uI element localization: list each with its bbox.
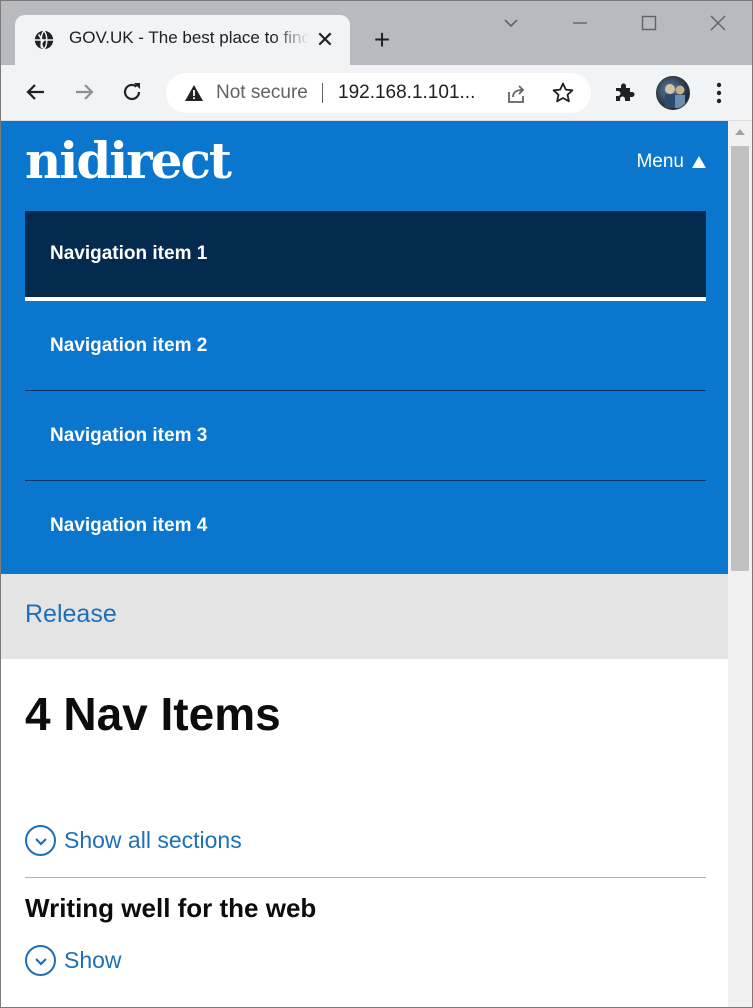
breadcrumb: Release xyxy=(1,574,728,659)
puzzle-icon xyxy=(616,83,635,101)
nav-item-3[interactable]: Navigation item 3 xyxy=(25,391,706,481)
arrow-right-icon xyxy=(76,84,94,100)
menu-toggle-button[interactable]: Menu xyxy=(636,151,706,173)
tab-title: GOV.UK - The best place to find governme… xyxy=(69,28,309,47)
accordion-section-heading[interactable]: Writing well for the web xyxy=(25,893,316,924)
scrollbar-thumb[interactable] xyxy=(731,146,749,571)
browser-toolbar: Not secure 192.168.1.101... xyxy=(1,65,752,121)
omnibox-separator xyxy=(322,83,323,103)
site-logo[interactable]: nidirect xyxy=(25,131,232,190)
nav-item-4[interactable]: Navigation item 4 xyxy=(25,481,706,571)
bookmark-star-icon[interactable] xyxy=(551,81,575,105)
security-label[interactable]: Not secure xyxy=(216,82,316,104)
vertical-scrollbar[interactable] xyxy=(728,121,752,1007)
close-tab-icon[interactable]: ✕ xyxy=(314,29,336,51)
more-options-icon[interactable] xyxy=(707,79,731,107)
site-header: nidirect Menu Navigation item 1 Navigati… xyxy=(1,121,728,574)
tab-strip: GOV.UK - The best place to find governme… xyxy=(1,1,752,65)
show-all-sections-button[interactable]: Show all sections xyxy=(25,825,242,856)
nav-item-label: Navigation item 4 xyxy=(50,515,208,536)
profile-avatar[interactable] xyxy=(656,76,690,110)
page-title: 4 Nav Items xyxy=(25,688,281,740)
nav-item-1[interactable]: Navigation item 1 xyxy=(25,211,706,301)
menu-label: Menu xyxy=(636,151,684,172)
main-navigation: Navigation item 1 Navigation item 2 Navi… xyxy=(25,211,706,571)
chevron-down-icon xyxy=(25,825,56,856)
browser-window: GOV.UK - The best place to find governme… xyxy=(0,0,753,1008)
chevron-down-icon xyxy=(25,945,56,976)
breadcrumb-link-release[interactable]: Release xyxy=(25,600,117,629)
nav-item-label: Navigation item 1 xyxy=(50,243,208,264)
arrow-left-icon xyxy=(26,84,44,100)
main-content: 4 Nav Items Show all sections Writing we… xyxy=(1,659,728,1007)
warning-icon[interactable] xyxy=(184,83,204,103)
share-icon[interactable] xyxy=(504,82,528,106)
nav-item-2[interactable]: Navigation item 2 xyxy=(25,301,706,391)
section-divider xyxy=(25,877,706,878)
minimize-icon[interactable] xyxy=(568,13,592,37)
accordion-show-label: Show xyxy=(64,947,122,973)
address-bar[interactable]: Not secure 192.168.1.101... xyxy=(166,73,591,113)
triangle-up-icon xyxy=(692,156,706,168)
scroll-up-arrow-icon[interactable] xyxy=(735,129,745,135)
accordion-show-button[interactable]: Show xyxy=(25,945,122,976)
back-button[interactable] xyxy=(21,77,51,107)
maximize-icon[interactable] xyxy=(637,13,661,37)
forward-button[interactable] xyxy=(69,77,99,107)
reload-button[interactable] xyxy=(117,77,147,107)
show-all-label: Show all sections xyxy=(64,827,242,853)
close-window-icon[interactable] xyxy=(706,13,730,37)
extensions-button[interactable] xyxy=(609,77,639,107)
page-viewport: nidirect Menu Navigation item 1 Navigati… xyxy=(1,121,728,1007)
nav-item-label: Navigation item 2 xyxy=(50,334,208,356)
new-tab-button[interactable]: + xyxy=(369,26,395,54)
url-text[interactable]: 192.168.1.101... xyxy=(338,82,483,104)
tab-search-icon[interactable] xyxy=(499,13,523,37)
globe-icon xyxy=(34,30,54,50)
browser-tab[interactable]: GOV.UK - The best place to find governme… xyxy=(15,15,350,65)
nav-item-label: Navigation item 3 xyxy=(50,424,208,446)
reload-icon xyxy=(123,83,141,101)
